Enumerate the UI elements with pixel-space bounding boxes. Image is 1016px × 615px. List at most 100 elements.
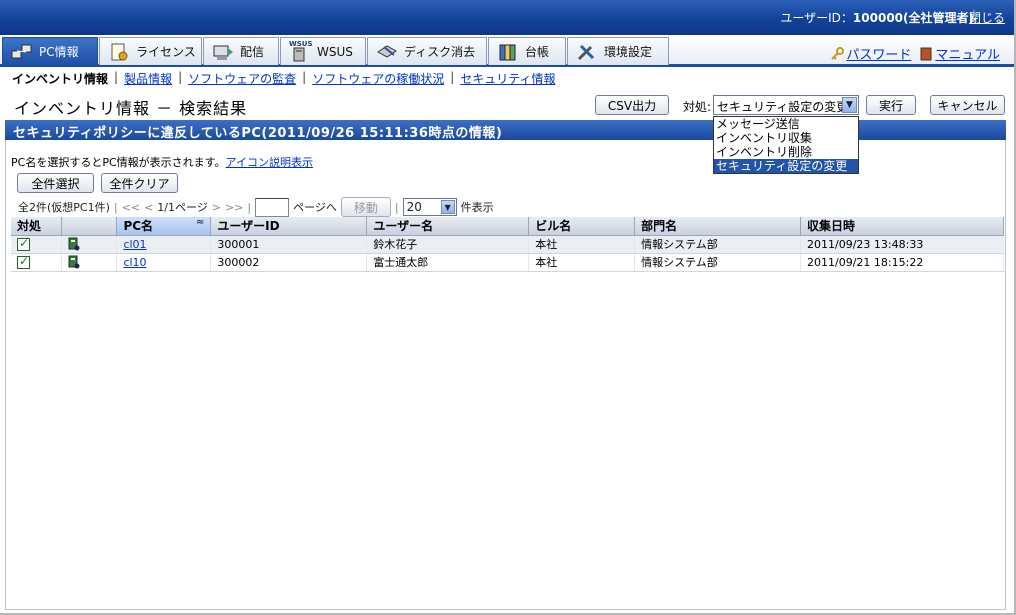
user-id-value: 100000(全社管理者) bbox=[852, 11, 974, 25]
collected-at-cell: 2011/09/21 18:15:22 bbox=[800, 253, 1004, 272]
header-right-links: パスワード マニュアル bbox=[830, 44, 1000, 63]
pager: 全2件(仮想PC1件) | << < 1/1ページ > >> | ページへ 移動… bbox=[18, 197, 494, 217]
goto-page-suffix: ページへ bbox=[293, 201, 337, 214]
tools-settings-icon bbox=[576, 42, 598, 62]
pc-name-cell: cl10 bbox=[116, 253, 212, 272]
cancel-button[interactable]: キャンセル bbox=[930, 95, 1005, 115]
last-page-link[interactable]: >> bbox=[225, 201, 243, 214]
hint-text-row: PC名を選択するとPC情報が表示されます。アイコン説明表示 bbox=[11, 154, 313, 170]
department-cell: 情報システム部 bbox=[634, 235, 802, 254]
per-page-suffix: 件表示 bbox=[460, 201, 494, 214]
table-row: cl01 300001 鈴木花子 本社 情報システム部 2011/09/23 1… bbox=[11, 235, 1004, 254]
subnav-separator: | bbox=[450, 70, 455, 84]
tab-ledger[interactable]: 台帳 bbox=[488, 37, 566, 65]
execute-button[interactable]: 実行 bbox=[866, 95, 916, 115]
move-button[interactable]: 移動 bbox=[340, 197, 391, 217]
pager-separator: | bbox=[247, 200, 252, 214]
subnav-software-audit[interactable]: ソフトウェアの監査 bbox=[188, 70, 296, 87]
row-checkbox[interactable] bbox=[17, 254, 30, 269]
tab-disk-erase[interactable]: ディスク消去 bbox=[367, 37, 487, 65]
pc-name-link[interactable]: cl10 bbox=[123, 256, 146, 269]
wsus-badge: WSUS bbox=[289, 39, 313, 48]
row-checkbox-cell bbox=[11, 235, 63, 254]
subnav-software-usage[interactable]: ソフトウェアの稼働状況 bbox=[312, 70, 444, 87]
column-header-user-id[interactable]: ユーザーID bbox=[210, 217, 368, 236]
pc-name-link[interactable]: cl01 bbox=[123, 238, 146, 251]
tab-label: ディスク消去 bbox=[404, 45, 476, 59]
tab-license[interactable]: ライセンス bbox=[99, 37, 202, 65]
subnav-current: インベントリ情報 bbox=[12, 72, 109, 86]
tab-settings[interactable]: 環境設定 bbox=[567, 37, 669, 65]
book-icon bbox=[919, 47, 933, 61]
action-selected-value: セキュリティ設定の変更 bbox=[717, 100, 849, 114]
subnav-security-info[interactable]: セキュリティ情報 bbox=[460, 70, 555, 87]
tab-wsus[interactable]: WSUS WSUS bbox=[280, 37, 366, 65]
tab-distribution[interactable]: 配信 bbox=[203, 37, 279, 65]
tab-label: 環境設定 bbox=[604, 45, 653, 59]
action-option-collect-inventory[interactable]: インベントリ収集 bbox=[714, 131, 858, 145]
user-name-cell: 富士通太郎 bbox=[366, 253, 530, 272]
page-title: インベントリ情報 － 検索結果 bbox=[14, 99, 248, 118]
password-link[interactable]: パスワード bbox=[846, 48, 911, 63]
per-page-value: 20 bbox=[406, 200, 422, 214]
main-tab-bar: PC情報 ライセンス 配信 WSUS WSUS ディスク消去 台帳 環境設定 パ… bbox=[0, 35, 1014, 67]
chevron-down-icon[interactable]: ▼ bbox=[842, 97, 857, 113]
csv-export-button[interactable]: CSV出力 bbox=[595, 95, 669, 115]
icon-legend-link[interactable]: アイコン説明表示 bbox=[226, 156, 313, 169]
action-option-delete-inventory[interactable]: インベントリ削除 bbox=[714, 145, 858, 159]
pager-summary: 全2件(仮想PC1件) bbox=[18, 201, 110, 214]
column-header-building[interactable]: ビル名 bbox=[528, 217, 636, 236]
prev-page-link[interactable]: < bbox=[144, 201, 153, 214]
user-info: ユーザーID：100000(全社管理者) bbox=[780, 9, 974, 26]
column-header-action: 対処 bbox=[11, 217, 63, 236]
action-option-change-security[interactable]: セキュリティ設定の変更 bbox=[714, 159, 858, 173]
tab-pc-info[interactable]: PC情報 bbox=[2, 37, 98, 65]
pager-separator: | bbox=[394, 200, 399, 214]
page-indicator: 1/1ページ bbox=[157, 201, 208, 214]
sub-navigation: インベントリ情報 | 製品情報 | ソフトウェアの監査 | ソフトウェアの稼働状… bbox=[12, 70, 556, 87]
building-cell: 本社 bbox=[528, 235, 636, 254]
collected-at-cell: 2011/09/23 13:48:33 bbox=[800, 235, 1004, 254]
disk-erase-icon bbox=[376, 42, 398, 62]
pc-results-table: 対処 PC名 ≈ ユーザーID ユーザー名 ビル名 部門名 収集日時 cl01 … bbox=[11, 217, 1004, 272]
column-header-user-name[interactable]: ユーザー名 bbox=[366, 217, 530, 236]
subnav-separator: | bbox=[114, 70, 119, 84]
next-page-link[interactable]: > bbox=[212, 201, 221, 214]
first-page-link[interactable]: << bbox=[122, 201, 140, 214]
building-cell: 本社 bbox=[528, 253, 636, 272]
subnav-separator: | bbox=[302, 70, 307, 84]
subnav-separator: | bbox=[178, 70, 183, 84]
distribution-computer-icon bbox=[212, 42, 234, 62]
column-header-icon bbox=[61, 217, 118, 236]
clear-all-button[interactable]: 全件クリア bbox=[101, 173, 178, 193]
action-option-send-message[interactable]: メッセージ送信 bbox=[714, 117, 858, 131]
user-id-cell: 300001 bbox=[210, 235, 368, 254]
page-number-input[interactable] bbox=[255, 197, 290, 217]
row-icon-cell bbox=[61, 253, 118, 272]
column-header-collected-at[interactable]: 収集日時 bbox=[800, 217, 1004, 236]
column-header-pc-name[interactable]: PC名 ≈ bbox=[116, 217, 212, 236]
row-checkbox[interactable] bbox=[17, 236, 30, 251]
user-id-label: ユーザーID： bbox=[780, 11, 853, 25]
license-document-icon bbox=[108, 42, 130, 62]
manual-link[interactable]: マニュアル bbox=[935, 48, 1000, 63]
tab-label: PC情報 bbox=[39, 45, 79, 59]
select-all-button[interactable]: 全件選択 bbox=[17, 173, 94, 193]
key-icon bbox=[830, 47, 845, 61]
department-cell: 情報システム部 bbox=[634, 253, 802, 272]
chevron-down-icon[interactable]: ▼ bbox=[440, 200, 455, 214]
close-link[interactable]: 閉じる bbox=[969, 9, 1005, 26]
pc-name-cell: cl01 bbox=[116, 235, 212, 254]
sort-indicator-icon[interactable]: ≈ bbox=[196, 217, 204, 228]
column-header-department[interactable]: 部門名 bbox=[634, 217, 802, 236]
per-page-select[interactable]: 20 ▼ bbox=[402, 198, 457, 216]
row-icon-cell bbox=[61, 235, 118, 254]
action-select[interactable]: セキュリティ設定の変更 ▼ bbox=[713, 95, 859, 115]
action-label: 対処: bbox=[683, 100, 712, 114]
user-id-cell: 300002 bbox=[210, 253, 368, 272]
wsus-server-icon: WSUS bbox=[289, 39, 313, 62]
pc-status-icon bbox=[68, 255, 80, 269]
action-dropdown-list: メッセージ送信 インベントリ収集 インベントリ削除 セキュリティ設定の変更 bbox=[713, 116, 859, 174]
tab-label: ライセンス bbox=[136, 45, 196, 59]
subnav-product-info[interactable]: 製品情報 bbox=[124, 70, 172, 87]
